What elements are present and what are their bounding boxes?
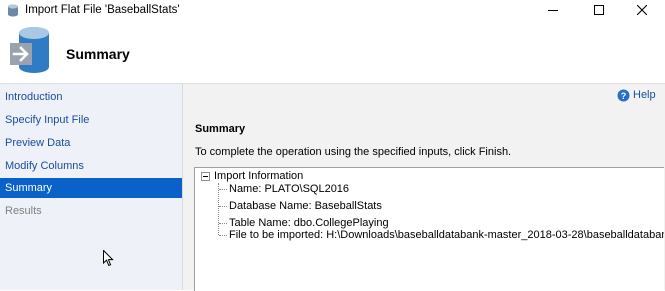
close-button[interactable]: [619, 0, 665, 20]
summary-panel: ? Help Summary To complete the operation…: [183, 84, 665, 291]
tree-connector: [219, 189, 227, 190]
wizard-nav: Introduction Specify Input File Preview …: [0, 84, 183, 290]
title-bar: Import Flat File 'BaseballStats': [0, 0, 665, 22]
tree-item-database-name[interactable]: Database Name: BaseballStats: [229, 200, 382, 212]
tree-item-file-path[interactable]: File to be imported: H:\Downloads\baseba…: [229, 229, 664, 241]
tree-connector: [219, 235, 227, 236]
tree-connector: [218, 183, 219, 235]
nav-item-modify-columns[interactable]: Modify Columns: [0, 156, 182, 176]
tree-root-label[interactable]: Import Information: [214, 170, 303, 182]
nav-item-results: Results: [5, 205, 42, 217]
app-database-icon: [8, 4, 18, 17]
instruction-text: To complete the operation using the spec…: [195, 146, 512, 158]
nav-item-preview-data[interactable]: Preview Data: [0, 133, 182, 153]
tree-item-server-name[interactable]: Name: PLATO\SQL2016: [229, 183, 349, 195]
collapse-toggle-icon[interactable]: [201, 172, 210, 181]
page-title: Summary: [66, 46, 130, 62]
minimize-icon: [548, 10, 558, 11]
help-label: Help: [633, 89, 656, 101]
maximize-button[interactable]: [576, 0, 622, 20]
tree-connector: [219, 206, 227, 207]
svg-text:?: ?: [621, 91, 627, 101]
help-link[interactable]: ? Help: [617, 87, 656, 103]
section-title: Summary: [195, 123, 246, 135]
nav-item-summary[interactable]: Summary: [0, 178, 182, 198]
window-title: Import Flat File 'BaseballStats': [25, 4, 180, 16]
close-icon: [637, 5, 647, 15]
tree-item-table-name[interactable]: Table Name: dbo.CollegePlaying: [229, 217, 389, 229]
nav-item-introduction[interactable]: Introduction: [0, 87, 182, 107]
help-icon: ?: [617, 89, 630, 101]
nav-item-specify-input-file[interactable]: Specify Input File: [0, 110, 182, 130]
maximize-icon: [594, 5, 604, 15]
mouse-pointer-icon: [103, 250, 114, 267]
minimize-button[interactable]: [530, 0, 576, 20]
tree-connector: [219, 223, 227, 224]
summary-tree[interactable]: Import Information Name: PLATO\SQL2016 D…: [194, 167, 664, 291]
database-import-icon: [10, 27, 49, 73]
wizard-header: Summary: [0, 22, 665, 84]
